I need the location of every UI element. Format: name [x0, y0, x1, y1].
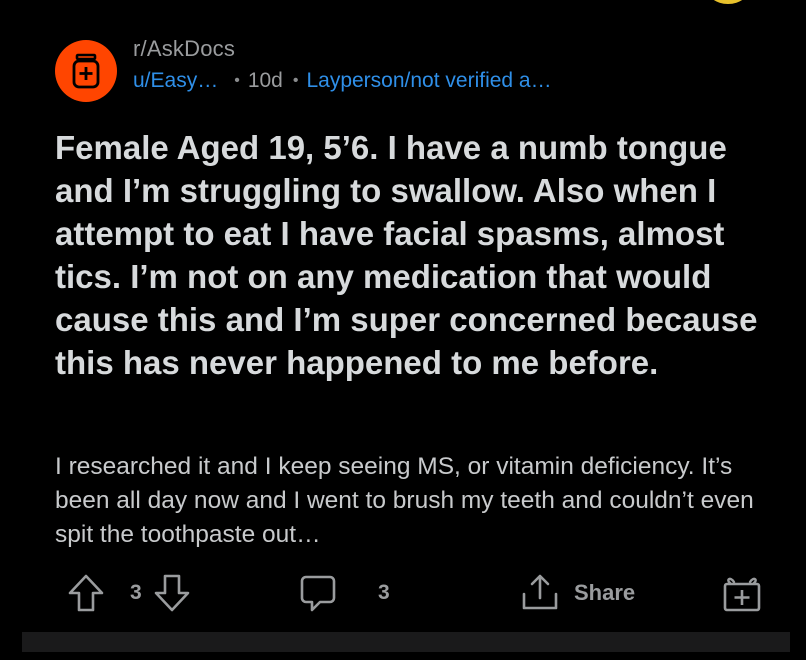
arrow-down-icon[interactable]	[152, 572, 192, 614]
comment-bubble-icon[interactable]	[298, 572, 338, 614]
vote-count: 3	[130, 581, 142, 604]
user-flair[interactable]: Layperson/not verified a…	[306, 69, 551, 93]
arrow-up-icon[interactable]	[66, 572, 106, 614]
post-age: 10d	[247, 69, 283, 92]
vote-group: 3	[66, 572, 192, 614]
award-gift-icon	[722, 572, 762, 614]
share-label: Share	[574, 580, 636, 605]
user-avatar-partial[interactable]	[706, 0, 750, 4]
post-title[interactable]: Female Aged 19, 5’6. I have a numb tongu…	[55, 126, 775, 384]
askdocs-medicine-icon[interactable]	[55, 40, 117, 102]
post-meta: u/Easy… • 10d • Layperson/not verified a…	[133, 69, 552, 93]
next-post-divider	[22, 632, 790, 652]
share-button[interactable]: Share	[520, 572, 635, 614]
comment-count: 3	[378, 581, 390, 604]
subreddit-name[interactable]: r/AskDocs	[133, 36, 235, 62]
share-icon	[520, 572, 560, 614]
author-link[interactable]: u/Easy…	[133, 69, 218, 93]
meta-separator: •	[234, 72, 240, 89]
post-header: r/AskDocs u/Easy… • 10d • Layperson/not …	[55, 34, 775, 102]
award-button[interactable]	[722, 572, 762, 614]
post-action-bar: 3 3 Share	[66, 572, 776, 614]
post-body[interactable]: I researched it and I keep seeing MS, or…	[55, 450, 785, 552]
comment-group[interactable]: 3	[298, 572, 390, 614]
meta-separator: •	[292, 72, 299, 89]
